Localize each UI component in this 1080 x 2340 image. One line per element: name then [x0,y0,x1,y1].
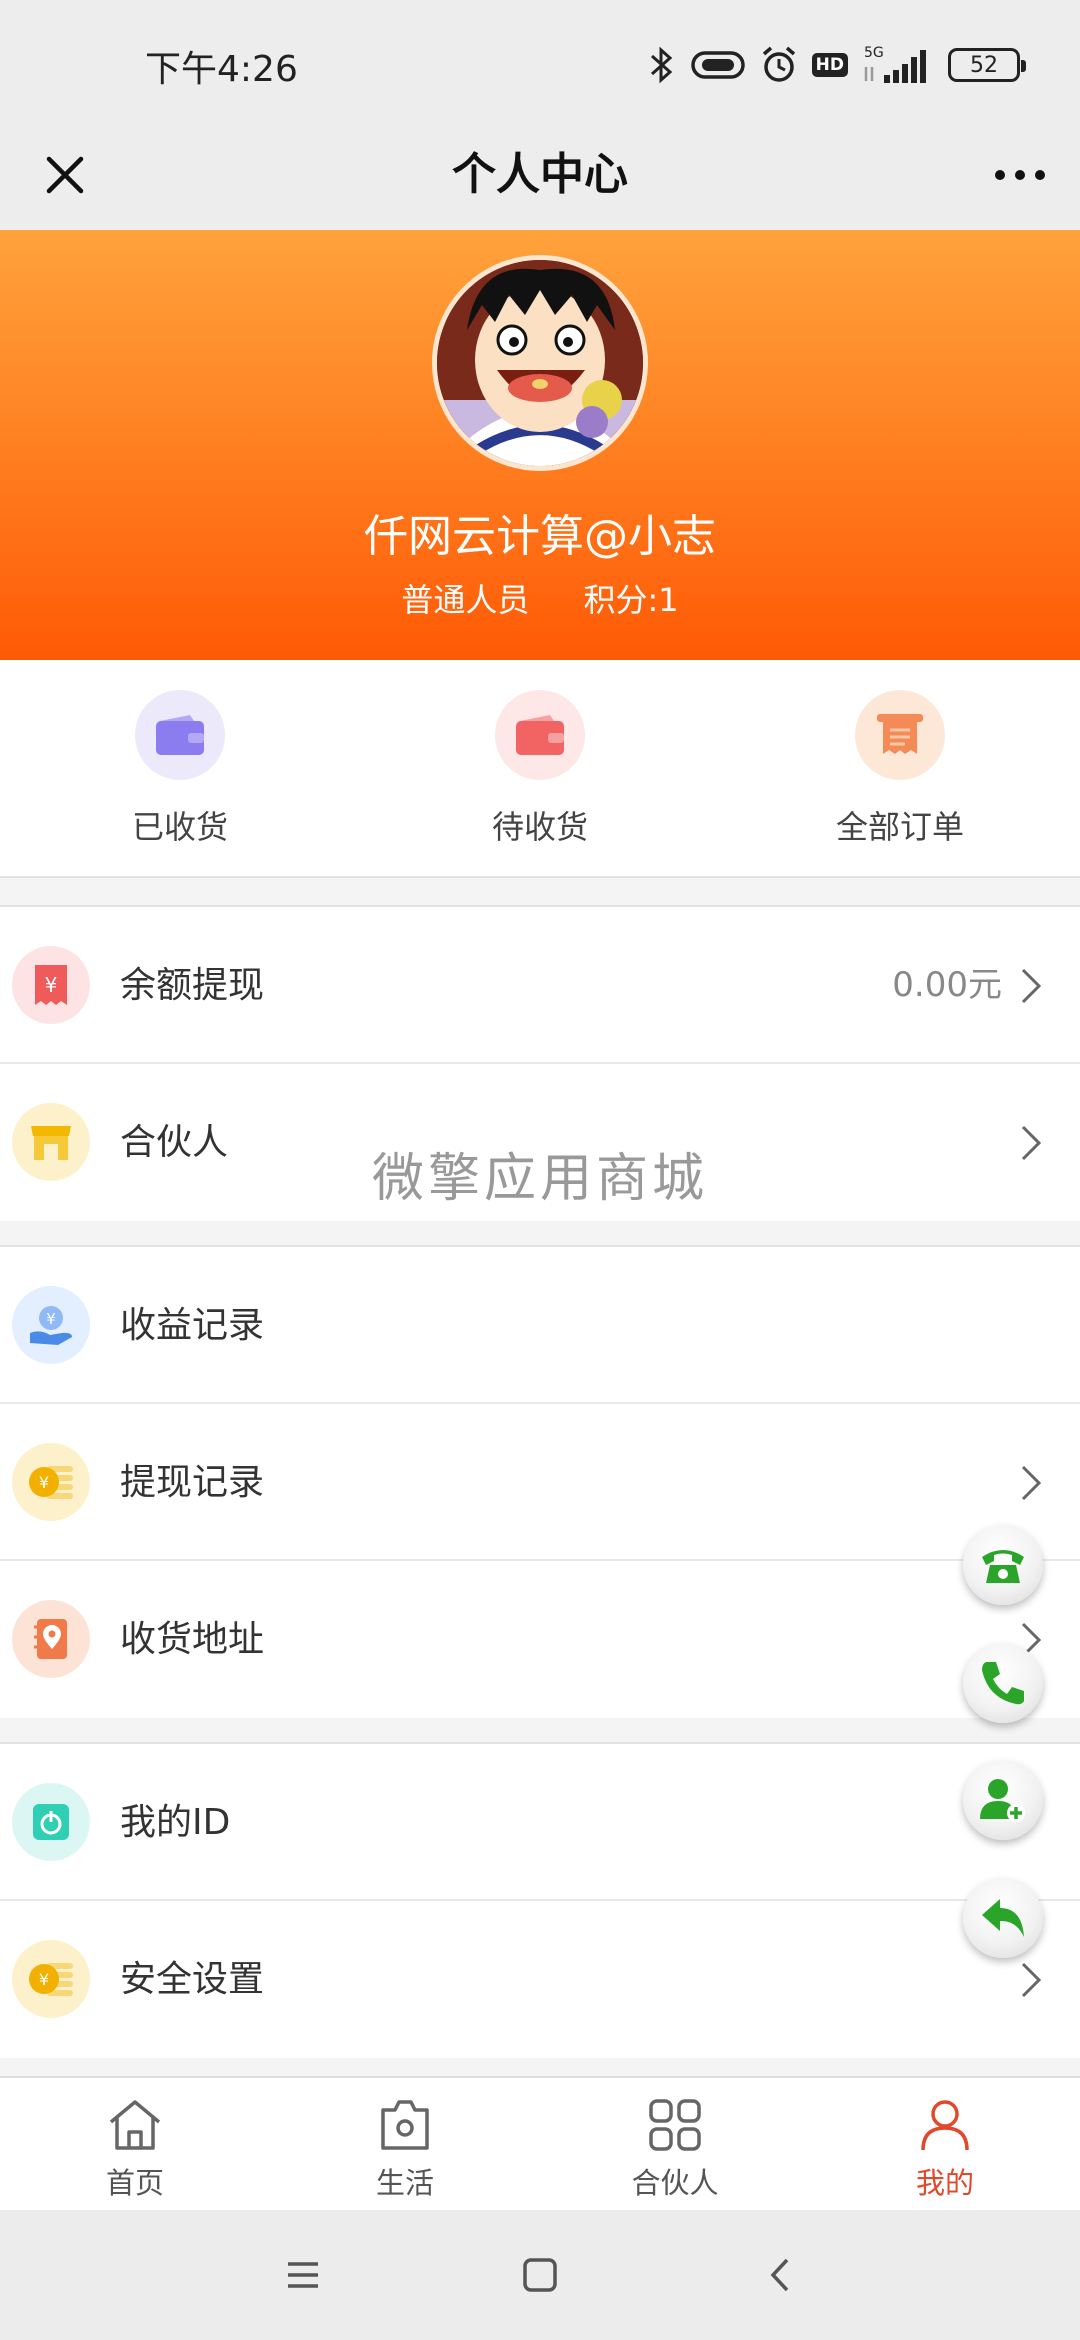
order-received-label: 已收货 [131,808,228,846]
alarm-icon [762,46,795,82]
svg-text:¥: ¥ [46,1310,56,1328]
back-button[interactable] [963,1878,1043,1958]
scroll-icon [855,690,945,780]
menu-label-address: 收货地址 [120,1619,265,1660]
grid-icon [649,2099,701,2151]
wallet-icon [135,690,225,780]
menu-label-my-id: 我的ID [120,1802,231,1843]
signal-icon: 5G [864,45,926,83]
tab-life-label: 生活 [375,2166,434,2200]
status-bar: 下午4:26 HD 5G 52 [0,0,1080,120]
user-icon [921,2100,969,2151]
svg-text:5G: 5G [864,45,884,61]
balance-value: 0.00元 [892,965,1002,1005]
order-pending-label: 待收货 [491,808,588,846]
tab-home-label: 首页 [105,2166,164,2200]
menu-label-partner: 合伙人 [120,1122,229,1163]
tab-partner-label: 合伙人 [631,2166,719,2200]
more-icon[interactable] [985,140,1055,210]
nav-bar: 个人中心 [0,120,1080,230]
menu-section-account: 我的ID ¥ 安全设置 [0,1742,1080,2058]
menu-row-balance[interactable]: ¥ 余额提现 0.00元 [0,907,1080,1064]
tab-bar: 首页 生活 合伙人 我的 [0,2076,1080,2210]
back-arrow-icon[interactable] [755,2250,805,2300]
avatar[interactable] [432,255,648,471]
home-icon [109,2100,161,2150]
menu-row-security[interactable]: ¥ 安全设置 [0,1901,1080,2058]
hd-badge: HD [811,53,848,77]
svg-text:¥: ¥ [45,973,58,997]
order-received[interactable]: 已收货 [50,690,310,848]
order-all-label: 全部订单 [835,808,964,846]
menu-row-partner[interactable]: 合伙人 [0,1064,1080,1221]
tab-mine[interactable]: 我的 [810,2078,1080,2212]
order-pending[interactable]: 待收货 [410,690,670,848]
chevron-right-icon [1021,1962,1042,1998]
chevron-right-icon [1021,1125,1042,1161]
chevron-right-icon [1021,968,1042,1004]
user-points: 积分:1 [583,581,679,619]
menu-row-my-id[interactable]: 我的ID [0,1744,1080,1901]
coins-icon: ¥ [12,1443,90,1521]
status-icons: HD 5G 52 [646,40,1026,90]
menu-label-balance: 余额提现 [120,965,265,1006]
tab-partner[interactable]: 合伙人 [540,2078,810,2212]
id-icon [12,1783,90,1861]
profile-name: 仟网云计算@小志 [364,511,716,562]
menu-icon[interactable] [278,2250,328,2300]
menu-row-income[interactable]: ¥ 收益记录 [0,1247,1080,1404]
battery-level: 52 [970,52,998,78]
user-role: 普通人员 [401,581,530,619]
status-time: 下午4:26 [145,49,298,90]
menu-row-address[interactable]: 收货地址 [0,1561,1080,1718]
order-all[interactable]: 全部订单 [770,690,1030,848]
telephone-icon [982,1550,1024,1583]
shop-icon [12,1103,90,1181]
menu-row-withdraw-records[interactable]: ¥ 提现记录 [0,1404,1080,1561]
tab-mine-label: 我的 [915,2166,974,2200]
receipt-icon: ¥ [12,946,90,1024]
battery-icon: 52 [948,48,1026,82]
profile-header: 仟网云计算@小志 普通人员 积分:1 [0,230,1080,660]
reply-icon [982,1899,1024,1937]
menu-section-records: ¥ 收益记录 ¥ 提现记录 收货地址 [0,1245,1080,1718]
chevron-right-icon [1021,1465,1042,1501]
menu-label-income: 收益记录 [120,1305,265,1346]
bluetooth-icon [650,46,672,84]
home-square-icon[interactable] [515,2250,565,2300]
phone-icon [982,1662,1024,1705]
svg-text:¥: ¥ [39,1473,49,1492]
address-book-icon [12,1600,90,1678]
order-shortcuts: 已收货 待收货 全部订单 [0,660,1080,878]
call-button[interactable] [963,1643,1043,1723]
menu-label-withdraw-records: 提现记录 [120,1462,265,1503]
hand-coin-icon: ¥ [12,1286,90,1364]
add-contact-button[interactable] [963,1760,1043,1840]
system-nav-bar [0,2210,1080,2340]
profile-meta: 普通人员 积分:1 [0,575,1080,621]
menu-section-finance: ¥ 余额提现 0.00元 合伙人 [0,905,1080,1221]
menu-label-security: 安全设置 [120,1959,265,2000]
page-title: 个人中心 [452,149,628,200]
camera-bag-icon [381,2100,429,2150]
tab-home[interactable]: 首页 [0,2078,270,2212]
tab-life[interactable]: 生活 [270,2078,540,2212]
add-user-icon [980,1779,1025,1822]
wallet-icon [495,690,585,780]
telephone-button[interactable] [963,1525,1043,1605]
svg-text:¥: ¥ [39,1970,49,1989]
coins-icon: ¥ [12,1940,90,2018]
vibrate-icon [690,51,745,79]
